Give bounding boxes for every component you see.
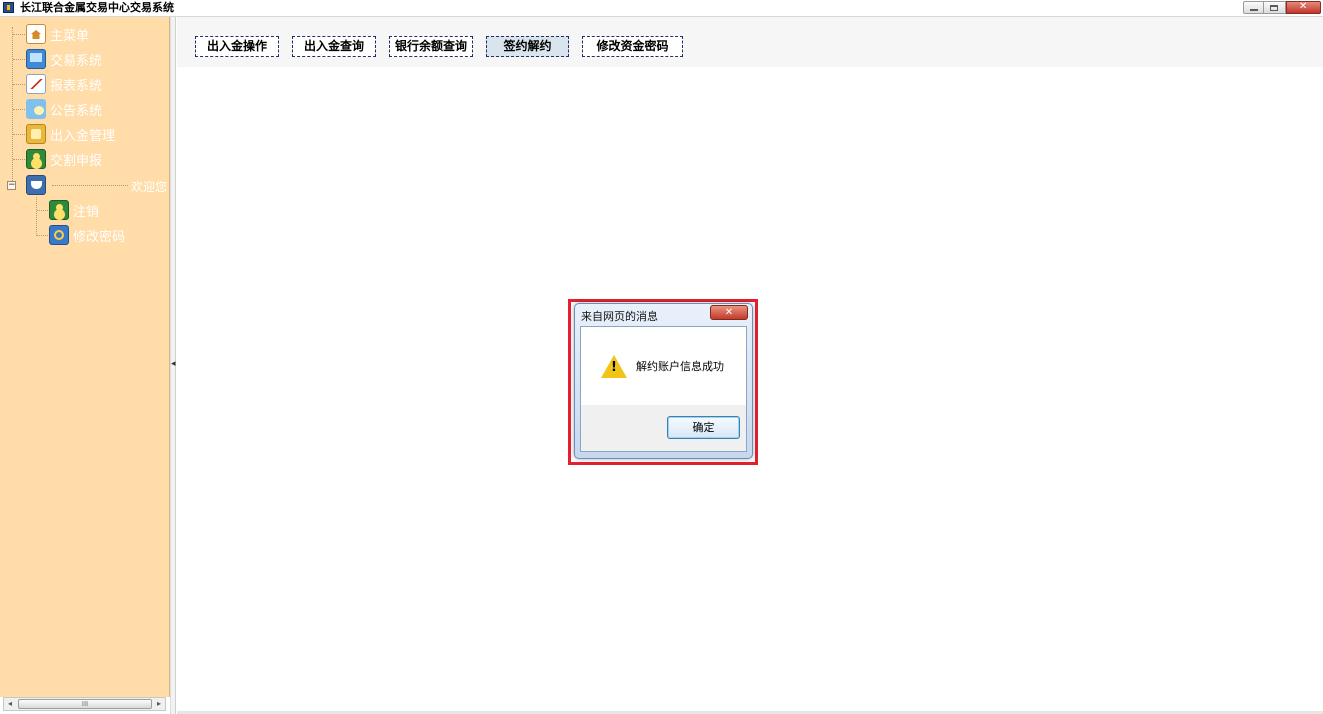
minimize-button[interactable]	[1243, 1, 1264, 14]
user-icon	[49, 200, 69, 220]
sign-terminate-button[interactable]: 签约解约	[486, 36, 569, 57]
welcome-label: 欢迎您	[131, 180, 168, 194]
chart-icon	[26, 74, 46, 94]
user-icon	[26, 149, 46, 169]
sidebar-item-label: 公告系统	[50, 103, 103, 119]
message-dialog: 来自网页的消息 ✕ ! 解约账户信息成功 确定	[574, 303, 753, 459]
home-icon	[26, 24, 46, 44]
sidebar-item-main-menu[interactable]: 主菜单	[26, 23, 89, 45]
sidebar-item-label: 报表系统	[50, 78, 103, 94]
sidebar-item-trading-system[interactable]: 交易系统	[26, 48, 102, 70]
collapse-arrow-icon[interactable]: ◂	[171, 359, 176, 369]
sidebar-item-report-system[interactable]: 报表系统	[26, 73, 102, 95]
sidebar-horizontal-scrollbar[interactable]: ◂ III ▸	[3, 697, 166, 711]
tree-collapse-toggle[interactable]: −	[7, 181, 16, 190]
sidebar-item-label: 修改密码	[73, 229, 126, 245]
scroll-right-icon[interactable]: ▸	[153, 698, 165, 710]
ok-button[interactable]: 确定	[667, 416, 740, 439]
sidebar-item-label: 交易系统	[50, 53, 103, 69]
tree-connector	[12, 27, 13, 181]
speech-bubble-icon	[26, 99, 46, 119]
sidebar-item-delivery-declaration[interactable]: 交割申报	[26, 148, 102, 170]
toolbar: 出入金操作 出入金查询 银行余额查询 签约解约 修改资金密码	[177, 17, 1323, 67]
change-fund-password-button[interactable]: 修改资金密码	[582, 36, 683, 57]
sidebar-item-welcome[interactable]	[26, 174, 50, 196]
bank-balance-query-button[interactable]: 银行余额查询	[389, 36, 473, 57]
tree-connector	[37, 210, 48, 211]
app-logo-icon	[3, 2, 14, 13]
tree-connector	[37, 235, 48, 236]
tree-connector	[13, 134, 25, 135]
dialog-message: 解约账户信息成功	[636, 360, 724, 373]
cup-icon	[26, 175, 46, 195]
dialog-title: 来自网页的消息	[581, 310, 658, 323]
scrollbar-thumb[interactable]: III	[18, 699, 152, 709]
scroll-left-icon[interactable]: ◂	[4, 698, 16, 710]
monitor-icon	[26, 49, 46, 69]
key-icon	[49, 225, 69, 245]
tree-connector	[13, 84, 25, 85]
sidebar-item-label: 注销	[73, 204, 100, 220]
tree-connector	[13, 159, 25, 160]
sidebar-item-label: 交割申报	[50, 153, 103, 169]
sidebar-item-label: 主菜单	[50, 28, 90, 44]
tree-connector	[52, 185, 128, 186]
tree-connector	[13, 34, 25, 35]
fund-transfer-button[interactable]: 出入金操作	[195, 36, 279, 57]
sidebar-nav-tree: 主菜单 交易系统 报表系统 公告系统 出入金管理 交割申报 − 欢迎您 注销 修…	[0, 17, 170, 697]
window-title: 长江联合金属交易中心交易系统	[20, 1, 174, 14]
sidebar-item-change-password[interactable]: 修改密码	[49, 224, 125, 246]
tree-connector	[36, 197, 37, 236]
maximize-button[interactable]	[1264, 1, 1286, 14]
tree-connector	[13, 109, 25, 110]
sidebar-item-label: 出入金管理	[50, 128, 116, 144]
sidebar-item-fund-management[interactable]: 出入金管理	[26, 123, 115, 145]
panel-splitter[interactable]: ◂	[170, 17, 176, 714]
close-window-button[interactable]	[1286, 1, 1321, 14]
tree-connector	[13, 59, 25, 60]
fund-query-button[interactable]: 出入金查询	[292, 36, 376, 57]
sidebar-item-logout[interactable]: 注销	[49, 199, 99, 221]
dialog-close-button[interactable]: ✕	[710, 305, 748, 320]
warning-mark: !	[611, 360, 617, 375]
window-title-bar: 长江联合金属交易中心交易系统	[0, 0, 1323, 17]
money-icon	[26, 124, 46, 144]
dialog-body: ! 解约账户信息成功 确定	[580, 326, 747, 452]
sidebar-item-announcement-system[interactable]: 公告系统	[26, 98, 102, 120]
